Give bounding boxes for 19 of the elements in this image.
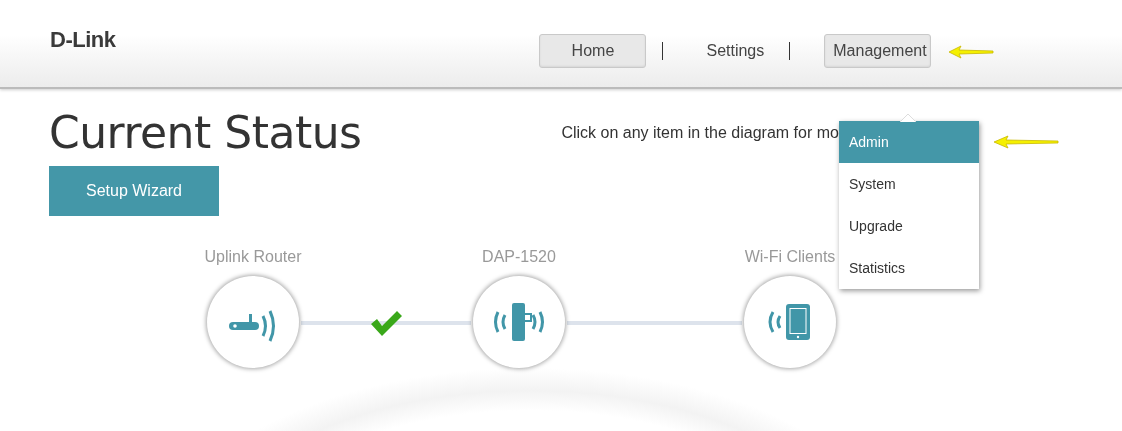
hint-text: Click on any item in the diagram for mo — [561, 124, 839, 143]
device-node[interactable] — [744, 276, 836, 368]
nav-tab[interactable]: Home — [539, 33, 647, 68]
device-node[interactable] — [207, 276, 299, 368]
node-label: Wi-Fi Clients — [744, 248, 836, 267]
menu-item[interactable]: Upgrade — [839, 205, 979, 247]
arrow-icon — [947, 44, 996, 59]
logo: D-Link — [50, 26, 116, 53]
check-icon — [369, 309, 403, 337]
menu-item[interactable]: Statistics — [839, 247, 979, 289]
menu-item[interactable]: System — [839, 163, 979, 205]
nav-tab[interactable]: Settings — [697, 33, 774, 68]
device-node[interactable] — [473, 276, 565, 368]
node-label: Uplink Router — [204, 248, 302, 267]
node-label: DAP-1520 — [482, 248, 556, 267]
nav-tab[interactable]: Management — [824, 33, 932, 68]
arrow-icon — [992, 135, 1060, 149]
menu-pointer-icon — [900, 113, 916, 122]
page-title: Current Status — [49, 107, 362, 159]
